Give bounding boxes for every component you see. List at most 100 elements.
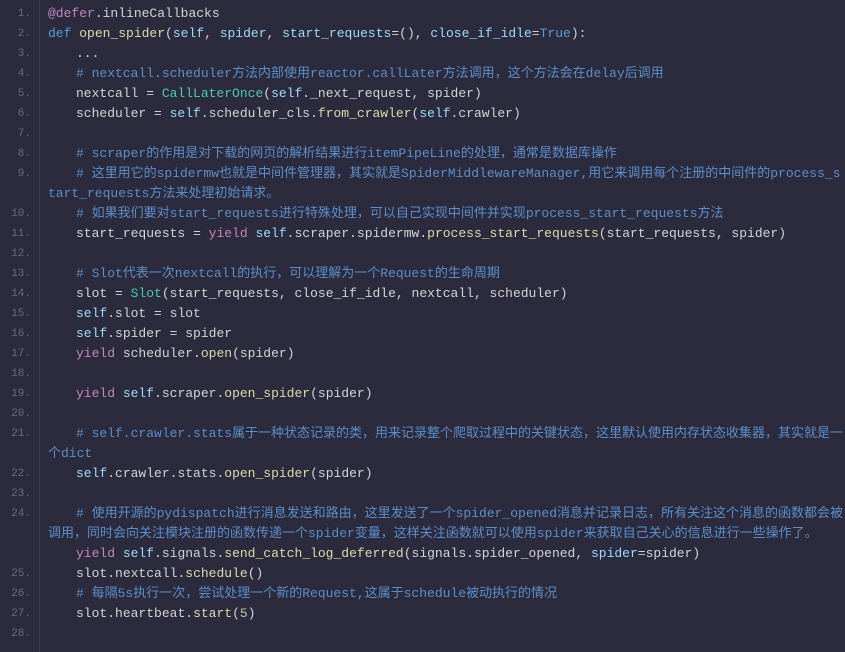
code-token: from_crawler bbox=[318, 106, 412, 121]
code-token: 5 bbox=[240, 606, 248, 621]
code-line: slot = Slot(start_requests, close_if_idl… bbox=[48, 284, 845, 304]
code-line: # nextcall.scheduler方法内部使用reactor.callLa… bbox=[48, 64, 845, 84]
code-token: start_requests bbox=[76, 226, 193, 241]
code-token: = bbox=[115, 286, 131, 301]
code-token: def bbox=[48, 26, 79, 41]
code-token: self bbox=[173, 26, 204, 41]
code-line: # 如果我们要对start_requests进行特殊处理，可以自己实现中间件并实… bbox=[48, 204, 845, 224]
code-token: ) bbox=[778, 226, 786, 241]
code-token: ) bbox=[365, 386, 373, 401]
code-token: ... bbox=[76, 46, 99, 61]
line-number: 28. bbox=[4, 624, 31, 644]
code-token: = bbox=[638, 546, 646, 561]
code-token: . bbox=[107, 326, 115, 341]
line-number: 23. bbox=[4, 484, 31, 504]
code-line: self.spider = spider bbox=[48, 324, 845, 344]
code-token: slot bbox=[76, 566, 107, 581]
code-token: , bbox=[716, 226, 732, 241]
code-token: = bbox=[170, 326, 186, 341]
code-token: . bbox=[154, 546, 162, 561]
code-token: start_requests bbox=[607, 226, 716, 241]
code-token: # 这里用它的spidermw也就是中间件管理器，其实就是SpiderMiddl… bbox=[48, 166, 840, 201]
code-token: open bbox=[201, 346, 232, 361]
line-number: 18. bbox=[4, 364, 31, 384]
line-number: 1. bbox=[4, 4, 31, 24]
line-number: 27. bbox=[4, 604, 31, 624]
code-line: # Slot代表一次nextcall的执行，可以理解为一个Request的生命周… bbox=[48, 264, 845, 284]
code-token: self bbox=[255, 226, 286, 241]
code-token: spider_opened bbox=[474, 546, 575, 561]
code-token: ( bbox=[310, 466, 318, 481]
code-token: scheduler bbox=[490, 286, 560, 301]
code-line: ... bbox=[48, 44, 845, 64]
code-line: self.crawler.stats.open_spider(spider) bbox=[48, 464, 845, 484]
code-token: scheduler bbox=[76, 106, 154, 121]
code-token: send_catch_log_deferred bbox=[224, 546, 403, 561]
code-token: = bbox=[154, 306, 170, 321]
code-token: , bbox=[396, 286, 412, 301]
code-token: spider bbox=[646, 546, 693, 561]
code-token: spider bbox=[731, 226, 778, 241]
code-token: @defer bbox=[48, 6, 95, 21]
code-line: # self.crawler.stats属于一种状态记录的类，用来记录整个爬取过… bbox=[48, 424, 845, 464]
line-number: 19. bbox=[4, 384, 31, 404]
line-number: 24. bbox=[4, 504, 31, 564]
code-line: slot.heartbeat.start(5) bbox=[48, 604, 845, 624]
code-token: ( bbox=[232, 346, 240, 361]
code-line: def open_spider(self, spider, start_requ… bbox=[48, 24, 845, 44]
code-token: slot bbox=[76, 286, 115, 301]
code-token: process_start_requests bbox=[427, 226, 599, 241]
code-token: scraper bbox=[294, 226, 349, 241]
code-token: _next_request bbox=[310, 86, 411, 101]
code-token: CallLaterOnce bbox=[162, 86, 263, 101]
code-token: self bbox=[76, 326, 107, 341]
code-token: spider bbox=[220, 26, 267, 41]
code-token: # 使用开源的pydispatch进行消息发送和路由，这里发送了一个spider… bbox=[48, 506, 843, 541]
code-line: nextcall = CallLaterOnce(self._next_requ… bbox=[48, 84, 845, 104]
code-token: spider bbox=[318, 466, 365, 481]
code-token: . bbox=[302, 86, 310, 101]
code-token: . bbox=[107, 466, 115, 481]
code-area[interactable]: @defer.inlineCallbacksdef open_spider(se… bbox=[40, 0, 845, 652]
code-token: , bbox=[204, 26, 220, 41]
line-number: 20. bbox=[4, 404, 31, 424]
line-number: 13. bbox=[4, 264, 31, 284]
code-token: , bbox=[575, 546, 591, 561]
code-token: . bbox=[107, 566, 115, 581]
code-token: open_spider bbox=[224, 386, 310, 401]
line-number: 17. bbox=[4, 344, 31, 364]
code-token: scheduler bbox=[123, 346, 193, 361]
code-token: : bbox=[579, 26, 587, 41]
code-token: ) bbox=[571, 26, 579, 41]
code-token: spider bbox=[591, 546, 638, 561]
code-token: . bbox=[95, 6, 103, 21]
code-token: ( bbox=[404, 546, 412, 561]
code-line: yield scheduler.open(spider) bbox=[48, 344, 845, 364]
code-token: close_if_idle bbox=[430, 26, 531, 41]
code-token: nextcall bbox=[76, 86, 146, 101]
code-token: self bbox=[271, 86, 302, 101]
code-token: crawler bbox=[115, 466, 170, 481]
code-token: spider bbox=[115, 326, 170, 341]
code-token: slot bbox=[76, 606, 107, 621]
code-token: open_spider bbox=[224, 466, 310, 481]
code-token: = bbox=[532, 26, 540, 41]
code-token: slot bbox=[115, 306, 154, 321]
code-token: crawler bbox=[458, 106, 513, 121]
code-token: ( bbox=[162, 286, 170, 301]
code-token: . bbox=[349, 226, 357, 241]
code-token: . bbox=[154, 386, 162, 401]
code-token: nextcall bbox=[115, 566, 177, 581]
code-line: start_requests = yield self.scraper.spid… bbox=[48, 224, 845, 244]
code-token: True bbox=[540, 26, 571, 41]
code-token: start bbox=[193, 606, 232, 621]
code-token: . bbox=[193, 346, 201, 361]
code-token: Slot bbox=[131, 286, 162, 301]
code-token: yield bbox=[76, 546, 123, 561]
code-token: ( bbox=[232, 606, 240, 621]
code-line: scheduler = self.scheduler_cls.from_craw… bbox=[48, 104, 845, 124]
line-number: 10. bbox=[4, 204, 31, 224]
code-line: # 使用开源的pydispatch进行消息发送和路由，这里发送了一个spider… bbox=[48, 504, 845, 544]
code-token: self bbox=[170, 106, 201, 121]
code-token: # 每隔5s执行一次，尝试处理一个新的Request,这属于schedule被动… bbox=[76, 586, 557, 601]
